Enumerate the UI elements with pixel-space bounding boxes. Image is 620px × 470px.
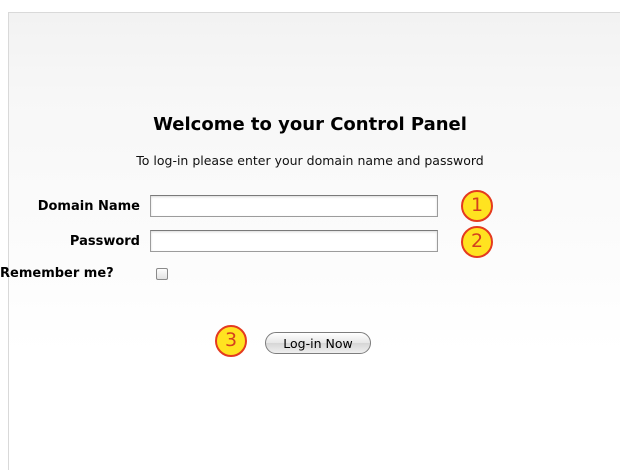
domain-name-input[interactable] <box>150 195 438 217</box>
login-instructions: To log-in please enter your domain name … <box>136 153 484 168</box>
annotation-badge-2: 2 <box>461 226 493 258</box>
page-title: Welcome to your Control Panel <box>153 114 467 135</box>
remember-me-label: Remember me? <box>0 266 114 281</box>
domain-name-label: Domain Name <box>37 199 140 214</box>
password-input[interactable] <box>150 230 438 252</box>
login-submit-button[interactable]: Log-in Now <box>265 332 371 354</box>
annotation-badge-3: 3 <box>215 325 247 357</box>
remember-me-checkbox[interactable] <box>156 268 168 280</box>
password-label: Password <box>69 234 140 249</box>
annotation-badge-1: 1 <box>461 190 493 222</box>
